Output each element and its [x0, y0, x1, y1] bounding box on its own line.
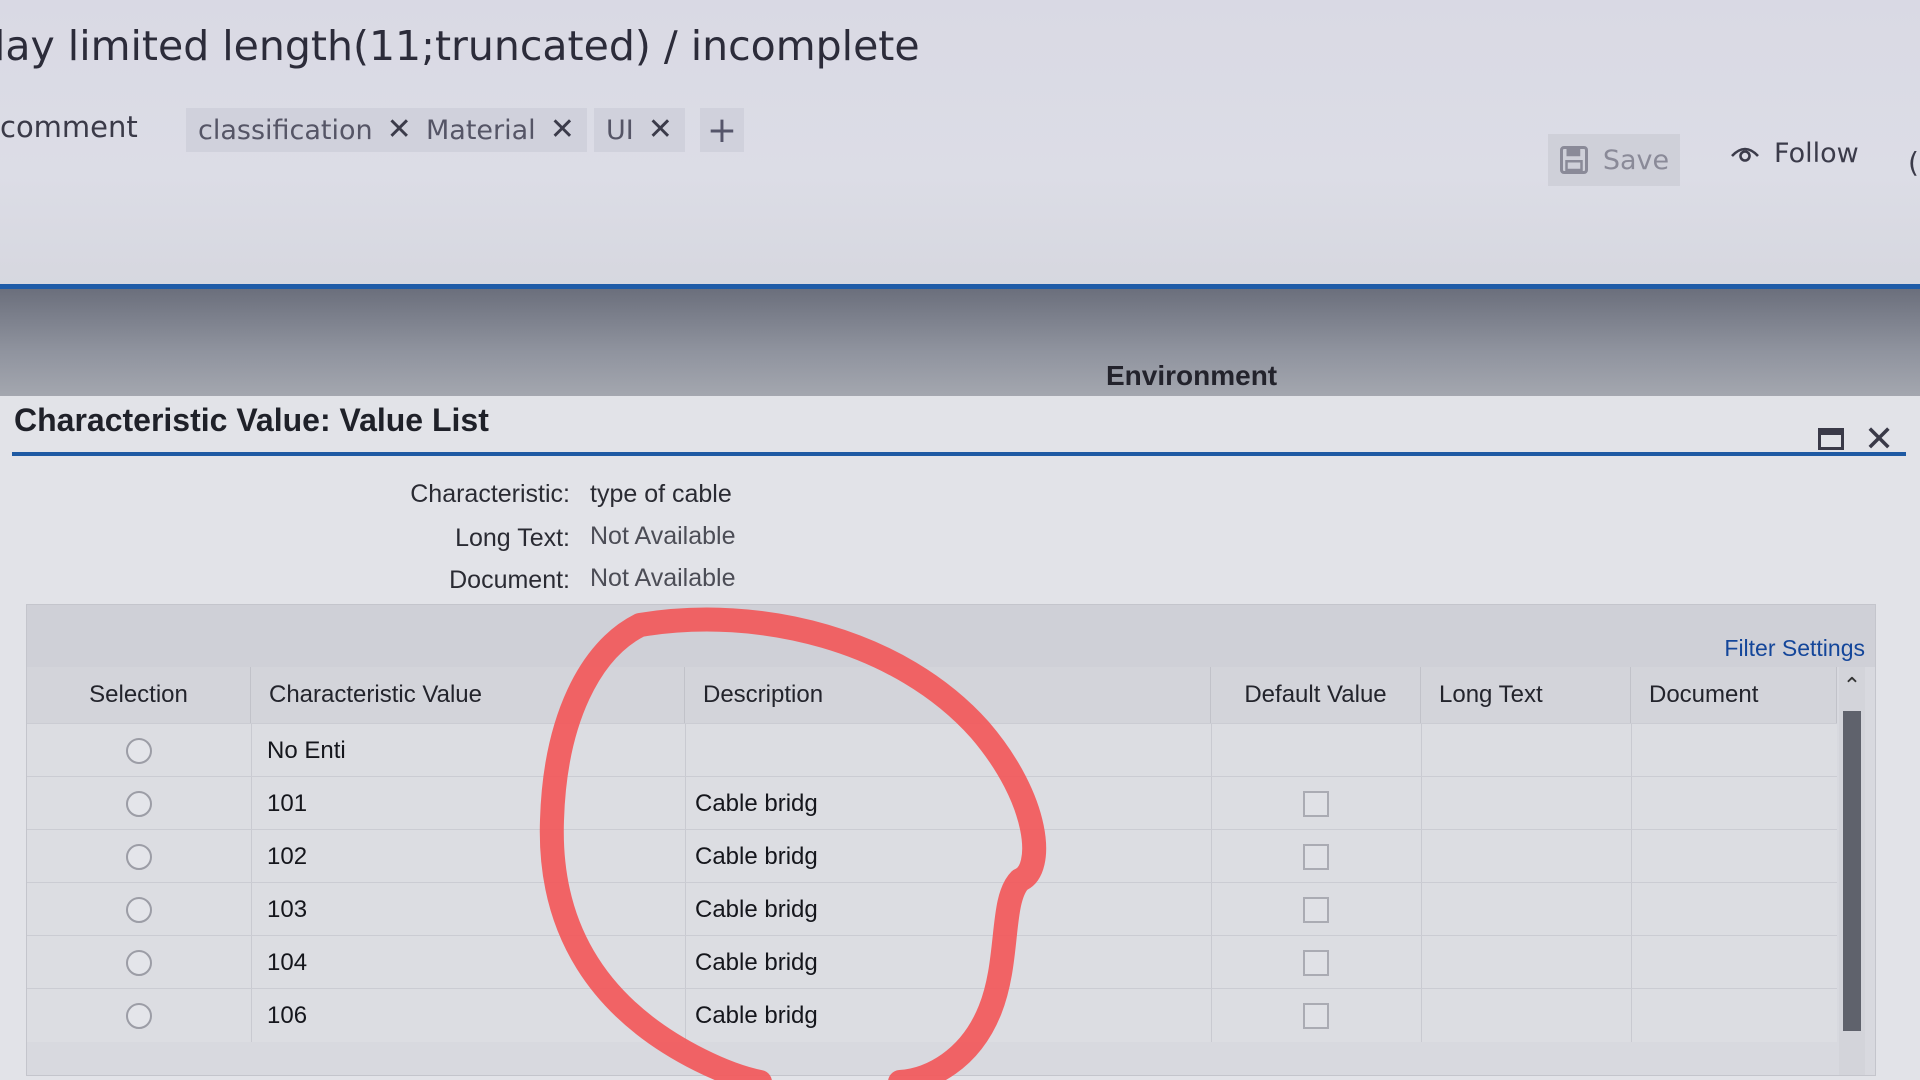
characteristic-value: type of cable: [590, 480, 732, 508]
more-icon[interactable]: (: [1908, 146, 1919, 179]
tag-chip-ui[interactable]: UI ✕: [594, 108, 685, 152]
table-row[interactable]: 102 Cable bridg: [27, 829, 1837, 883]
comment-link[interactable]: comment: [0, 110, 138, 144]
document-label: Document:: [449, 566, 570, 594]
default-value-checkbox[interactable]: [1303, 790, 1329, 817]
characteristic-value-cell: No Enti: [267, 736, 346, 764]
default-value-checkbox[interactable]: [1303, 843, 1329, 870]
dialog-title: Characteristic Value: Value List: [14, 402, 489, 438]
selection-radio[interactable]: [126, 949, 152, 976]
column-header-document[interactable]: Document: [1631, 667, 1837, 723]
selection-radio[interactable]: [126, 843, 152, 870]
tag-label: Material: [426, 114, 536, 146]
column-header-characteristic-value[interactable]: Characteristic Value: [251, 667, 685, 723]
close-icon[interactable]: ✕: [387, 115, 412, 145]
characteristic-label: Characteristic:: [410, 480, 570, 508]
document-value: Not Available: [590, 564, 736, 592]
eye-icon: [1731, 147, 1759, 162]
save-label: Save: [1602, 144, 1670, 176]
table-row[interactable]: 104 Cable bridg: [27, 935, 1837, 989]
floppy-disk-icon: [1559, 146, 1588, 174]
save-button[interactable]: Save: [1548, 134, 1680, 186]
selection-radio[interactable]: [126, 896, 152, 923]
description-cell: Cable bridg: [695, 948, 818, 976]
scrollbar-thumb[interactable]: [1843, 711, 1861, 1031]
default-value-checkbox[interactable]: [1303, 1002, 1329, 1029]
close-icon[interactable]: ✕: [1864, 418, 1894, 460]
characteristic-value-cell: 104: [267, 948, 308, 976]
selection-radio[interactable]: [126, 1002, 152, 1029]
table-row[interactable]: No Enti: [27, 723, 1837, 777]
long-text-value: Not Available: [590, 522, 736, 550]
maximize-icon[interactable]: [1818, 428, 1844, 450]
tag-chip-classification[interactable]: classification ✕: [186, 108, 424, 152]
column-header-selection[interactable]: Selection: [27, 667, 251, 723]
characteristic-value-cell: 102: [267, 842, 308, 870]
close-icon[interactable]: ✕: [550, 115, 575, 145]
table-row[interactable]: 101 Cable bridg: [27, 776, 1837, 830]
description-cell: Cable bridg: [695, 1001, 818, 1029]
characteristic-value-cell: 106: [267, 1001, 308, 1029]
default-value-checkbox[interactable]: [1303, 896, 1329, 923]
tag-label: UI: [606, 114, 634, 146]
column-header-default-value[interactable]: Default Value: [1211, 667, 1421, 723]
description-cell: Cable bridg: [695, 789, 818, 817]
column-header-long-text[interactable]: Long Text: [1421, 667, 1631, 723]
dialog-title-divider: [12, 452, 1906, 456]
tag-chip-material[interactable]: Material ✕: [414, 108, 587, 152]
description-cell: Cable bridg: [695, 895, 818, 923]
description-cell: [695, 724, 1195, 777]
close-icon[interactable]: ✕: [648, 115, 673, 145]
characteristic-value-cell: 103: [267, 895, 308, 923]
selection-radio[interactable]: [126, 737, 152, 764]
value-table: Filter Settings Selection Characteristic…: [26, 604, 1876, 1076]
tag-label: classification: [198, 114, 373, 146]
table-row[interactable]: 103 Cable bridg: [27, 882, 1837, 936]
environment-label: Environment: [1106, 360, 1278, 391]
description-cell: Cable bridg: [695, 842, 818, 870]
filter-settings-link[interactable]: Filter Settings: [1724, 635, 1865, 662]
table-row[interactable]: 106 Cable bridg: [27, 988, 1837, 1042]
chevron-up-icon[interactable]: ⌃: [1839, 673, 1865, 699]
default-value-checkbox[interactable]: [1303, 949, 1329, 976]
long-text-label: Long Text:: [455, 524, 570, 552]
characteristic-value-cell: 101: [267, 789, 308, 817]
issue-title: lay limited length(11;truncated) / incom…: [0, 22, 920, 70]
selection-radio[interactable]: [126, 790, 152, 817]
overlay-band: [0, 284, 1920, 401]
add-tag-button[interactable]: +: [700, 108, 744, 152]
column-header-description[interactable]: Description: [685, 667, 1211, 723]
follow-label: Follow: [1774, 138, 1859, 169]
table-toolbar: Filter Settings: [27, 605, 1875, 667]
issue-header: lay limited length(11;truncated) / incom…: [0, 0, 1920, 290]
table-header: Selection Characteristic Value Descripti…: [27, 667, 1837, 723]
follow-button[interactable]: Follow: [1730, 138, 1859, 169]
table-scrollbar[interactable]: ⌃: [1839, 667, 1865, 1075]
